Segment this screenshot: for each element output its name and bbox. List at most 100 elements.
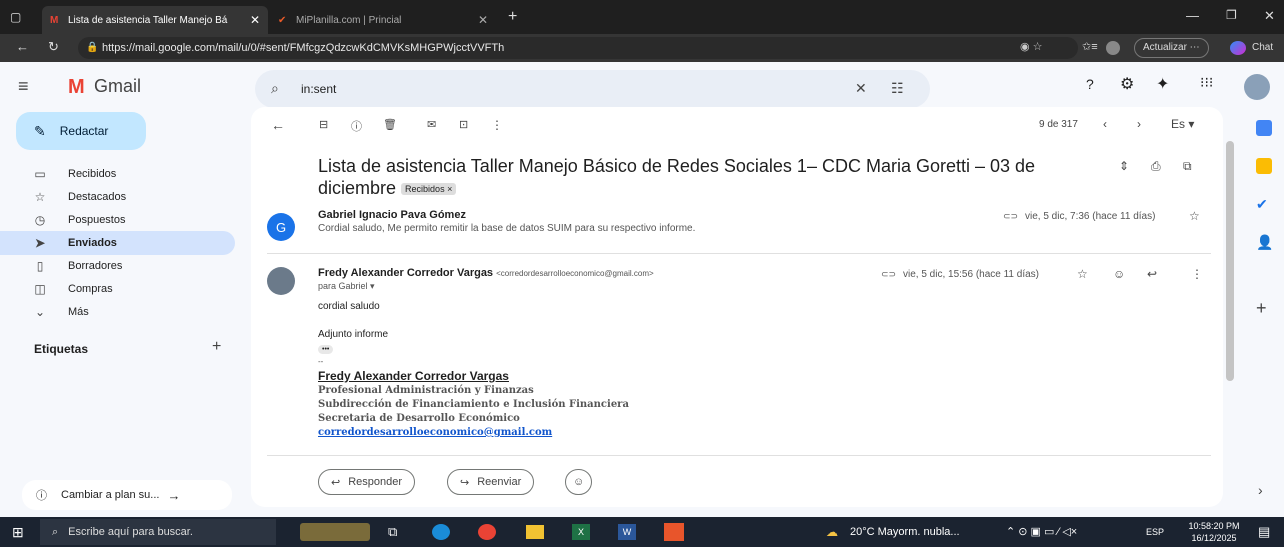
taskbar-search-placeholder: Escribe aquí para buscar. — [68, 526, 193, 538]
back-to-list-icon[interactable]: ← — [271, 117, 285, 133]
star-icon[interactable]: ☆ — [1077, 267, 1088, 281]
close-tab-icon[interactable]: ✕ — [478, 13, 488, 27]
signature-email-link[interactable]: corredordesarrolloeconomico@gmail.com — [318, 427, 552, 438]
open-new-window-icon[interactable]: ⧉ — [1183, 159, 1192, 174]
expand-all-icon[interactable]: ⇕ — [1119, 159, 1129, 173]
close-window-icon[interactable]: ✕ — [1264, 8, 1275, 24]
newer-icon[interactable]: ‹ — [1103, 117, 1107, 131]
sidebar-item-label: Borradores — [68, 260, 123, 272]
reload-icon[interactable]: ↻ — [48, 39, 59, 55]
lang-label: Es — [1171, 117, 1186, 131]
edge-icon[interactable] — [432, 524, 450, 540]
archive-icon[interactable]: ⊟ — [319, 118, 328, 131]
close-tab-icon[interactable]: ✕ — [250, 13, 260, 27]
sidebar-item-recibidos[interactable]: ▭ Recibidos — [0, 162, 235, 186]
browser-tab-strip: ▢ M Lista de asistencia Taller Manejo Bá… — [0, 0, 1284, 34]
upgrade-plan-button[interactable]: ⓘ Cambiar a plan su... → — [22, 480, 232, 510]
clock[interactable]: 10:58:20 PM 16/12/2025 — [1186, 520, 1242, 544]
calendar-icon[interactable] — [1256, 120, 1272, 136]
clear-search-icon[interactable]: ✕ — [855, 80, 867, 97]
notifications-icon[interactable]: ▤ — [1258, 524, 1270, 540]
scrollbar-thumb[interactable] — [1226, 141, 1234, 381]
get-addons-icon[interactable]: + — [1256, 298, 1267, 319]
signature-name: Fredy Alexander Corredor Vargas — [318, 369, 509, 383]
file-explorer-icon[interactable] — [526, 525, 544, 539]
move-to-icon[interactable]: ⊡ — [459, 118, 468, 131]
search-input[interactable]: in:sent — [301, 82, 336, 96]
account-avatar[interactable] — [1244, 74, 1270, 100]
star-icon[interactable]: ☆ — [1189, 209, 1200, 223]
input-tools-button[interactable]: Es ▾ — [1171, 117, 1194, 131]
help-icon[interactable]: ? — [1086, 76, 1094, 92]
compose-button[interactable]: ✎ Redactar — [16, 112, 146, 150]
emoji-react-icon[interactable]: ☺ — [1113, 267, 1125, 281]
chat-label[interactable]: Chat — [1252, 42, 1273, 53]
weather-text[interactable]: 20°C Mayorm. nubla... — [850, 526, 960, 538]
restore-icon[interactable]: ❐ — [1226, 8, 1237, 22]
recipients-toggle[interactable]: para Gabriel ▾ — [318, 281, 375, 292]
favorites-icon[interactable]: ✩≡ — [1082, 40, 1098, 53]
chrome-icon[interactable] — [478, 524, 496, 540]
add-label-icon[interactable]: + — [212, 338, 221, 356]
app-icon[interactable] — [664, 523, 684, 541]
search-highlight-icon[interactable] — [300, 523, 370, 541]
taskbar: ⊞ ⌕ Escribe aquí para buscar. ⧉ X W ☁ 20… — [0, 517, 1284, 547]
shopping-icon: ◫ — [34, 282, 46, 296]
gemini-icon[interactable]: ✦ — [1156, 74, 1169, 94]
tab-actions-icon[interactable]: ▢ — [10, 10, 21, 24]
weather-icon: ☁ — [826, 525, 838, 539]
taskbar-search[interactable]: ⌕ Escribe aquí para buscar. — [40, 519, 276, 545]
excel-icon[interactable]: X — [572, 524, 590, 540]
contacts-icon[interactable]: 👤 — [1256, 234, 1273, 251]
profile-icon[interactable] — [1106, 41, 1120, 55]
windows-start-icon[interactable]: ⊞ — [12, 524, 24, 541]
signature-line: Secretaria de Desarrollo Económico — [318, 413, 520, 424]
reply-icon[interactable]: ↩ — [1147, 267, 1157, 281]
sidebar-item-mas[interactable]: ⌄ Más — [0, 300, 235, 324]
more-actions-icon[interactable]: ⋮ — [491, 118, 503, 132]
send-icon: ➤ — [34, 236, 46, 250]
settings-icon[interactable]: ⚙ — [1120, 74, 1134, 94]
back-icon[interactable]: ← — [16, 39, 29, 54]
gmail-logo-text[interactable]: Gmail — [94, 76, 141, 97]
emoji-icon: ☺ — [573, 476, 585, 488]
tab-miplanilla[interactable]: ✔ MiPlanilla.com | Princial ✕ — [270, 6, 496, 34]
minimize-icon[interactable]: — — [1186, 8, 1199, 23]
sidebar-item-destacados[interactable]: ☆ Destacados — [0, 185, 235, 209]
emoji-button[interactable]: ☺ — [565, 469, 593, 495]
print-icon[interactable]: ⎙ — [1151, 159, 1161, 174]
thread-view: ← ⊟ ⓘ 🗑 ✉ ⊡ ⋮ 9 de 317 ‹ › Es ▾ Lista de… — [251, 107, 1234, 507]
search-icon[interactable]: ⌕ — [271, 80, 279, 97]
forward-button[interactable]: ↪ Reenviar — [447, 469, 535, 495]
show-side-panel-icon[interactable]: › — [1258, 482, 1263, 498]
report-spam-icon[interactable]: ⓘ — [351, 118, 362, 134]
sidebar: ✎ Redactar ▭ Recibidos ☆ Destacados ◷ Pospu… — [0, 112, 250, 517]
search-options-icon[interactable]: ☷ — [891, 80, 904, 97]
new-tab-icon[interactable]: + — [508, 8, 517, 26]
more-options-icon[interactable]: ⋮ — [1191, 267, 1203, 281]
tasks-icon[interactable]: ✔ — [1256, 196, 1268, 213]
sidebar-item-borradores[interactable]: ▯ Borradores — [0, 254, 235, 278]
sidebar-item-pospuestos[interactable]: ◷ Pospuestos — [0, 208, 235, 232]
word-icon[interactable]: W — [618, 524, 636, 540]
sidebar-item-enviados[interactable]: ➤ Enviados — [0, 231, 235, 255]
older-icon[interactable]: › — [1137, 117, 1141, 131]
tracking-icon[interactable]: ◉ ☆ — [1020, 40, 1043, 53]
delete-icon[interactable]: 🗑 — [383, 118, 397, 131]
language-indicator[interactable]: ESP — [1146, 527, 1164, 537]
label-chip[interactable]: Recibidos × — [401, 183, 457, 196]
keep-icon[interactable] — [1256, 158, 1272, 174]
system-tray-icons[interactable]: ⌃ ⊙ ▣ ▭ ⁄ ◁× — [1006, 525, 1077, 538]
sidebar-item-compras[interactable]: ◫ Compras — [0, 277, 235, 301]
apps-icon[interactable]: ⁝⁝⁝ — [1200, 74, 1213, 91]
update-button[interactable]: Actualizar ⋯ — [1134, 38, 1209, 58]
main-menu-icon[interactable]: ≡ — [18, 76, 29, 97]
message-date: vie, 5 dic, 15:56 (hace 11 días) — [903, 269, 1040, 280]
show-trimmed-button[interactable]: ••• — [318, 345, 334, 354]
reply-button[interactable]: ↩ Responder — [318, 469, 416, 495]
url-field[interactable]: 🔒 https://mail.google.com/mail/u/0/#sent… — [78, 37, 1078, 59]
task-view-icon[interactable]: ⧉ — [388, 524, 397, 540]
mark-unread-icon[interactable]: ✉ — [427, 118, 436, 131]
tab-gmail[interactable]: M Lista de asistencia Taller Manejo Bá ✕ — [42, 6, 268, 34]
copilot-icon[interactable] — [1230, 41, 1246, 55]
